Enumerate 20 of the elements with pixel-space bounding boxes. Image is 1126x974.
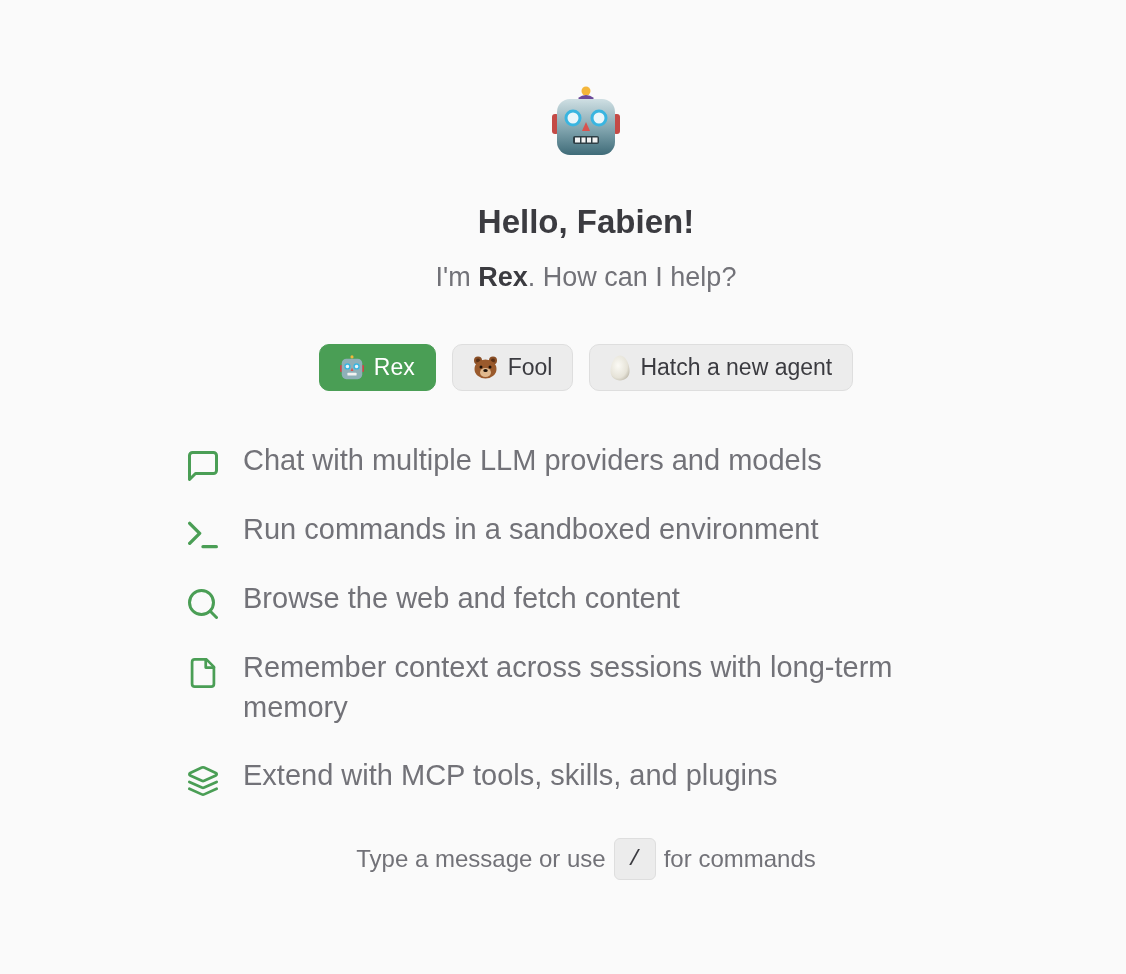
robot-icon bbox=[339, 355, 364, 380]
terminal-icon bbox=[188, 520, 218, 550]
feature-text: Extend with MCP tools, skills, and plugins bbox=[243, 758, 778, 793]
layers-icon bbox=[188, 766, 218, 796]
file-icon bbox=[188, 658, 218, 688]
feature-text: Chat with multiple LLM providers and models bbox=[243, 443, 822, 478]
hint-text: Type a message or use bbox=[356, 844, 606, 874]
feature-text: Remember context across sessions with long-term memory bbox=[243, 650, 894, 725]
hatch-agent-button[interactable]: Hatch a new agent bbox=[589, 344, 854, 391]
greeting-subtitle: I'm Rex. How can I help? bbox=[435, 261, 737, 294]
robot-icon bbox=[552, 86, 620, 156]
search-icon bbox=[188, 589, 218, 619]
feature-text: Run commands in a sandboxed environment bbox=[243, 512, 819, 547]
hint-text: for commands bbox=[663, 844, 816, 874]
egg-icon bbox=[610, 354, 631, 381]
slash-key: / bbox=[613, 838, 656, 880]
greeting-title: Hello, Fabien! bbox=[477, 202, 695, 242]
agent-button[interactable]: Fool bbox=[451, 344, 574, 391]
feature-text: Browse the web and fetch content bbox=[243, 581, 680, 616]
bear-face-icon bbox=[472, 356, 498, 379]
